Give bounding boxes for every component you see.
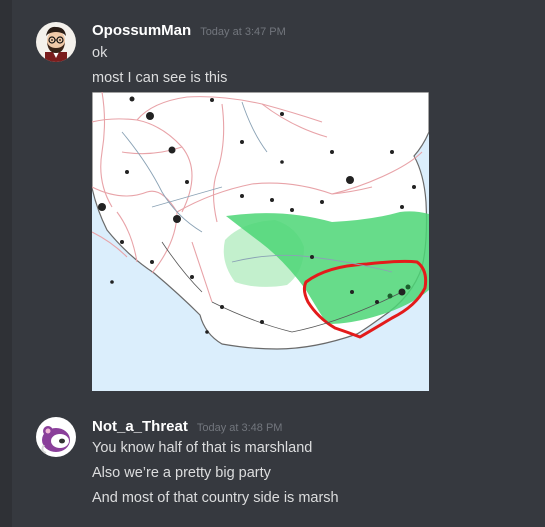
message-header: OpossumMan Today at 3:47 PM [92, 22, 286, 40]
username[interactable]: OpossumMan [92, 22, 191, 39]
map-image-attachment[interactable] [92, 92, 429, 391]
message-text: most I can see is this [92, 70, 228, 86]
message-text: Also we’re a pretty big party [92, 465, 271, 481]
message-text: ok [92, 45, 108, 61]
message-header: Not_a_Threat Today at 3:48 PM [92, 418, 282, 436]
message-text: And most of that country side is marsh [92, 490, 339, 506]
channel-sidebar-edge [0, 0, 12, 527]
chat-messages: OpossumMan Today at 3:47 PM ok most I ca… [0, 0, 545, 527]
timestamp: Today at 3:47 PM [200, 26, 286, 38]
purple-opossum-avatar-icon[interactable] [36, 417, 76, 457]
message-text: You know half of that is marshland [92, 440, 313, 456]
username[interactable]: Not_a_Threat [92, 418, 188, 435]
bearded-man-avatar-icon[interactable] [36, 22, 76, 62]
timestamp: Today at 3:48 PM [196, 422, 283, 434]
